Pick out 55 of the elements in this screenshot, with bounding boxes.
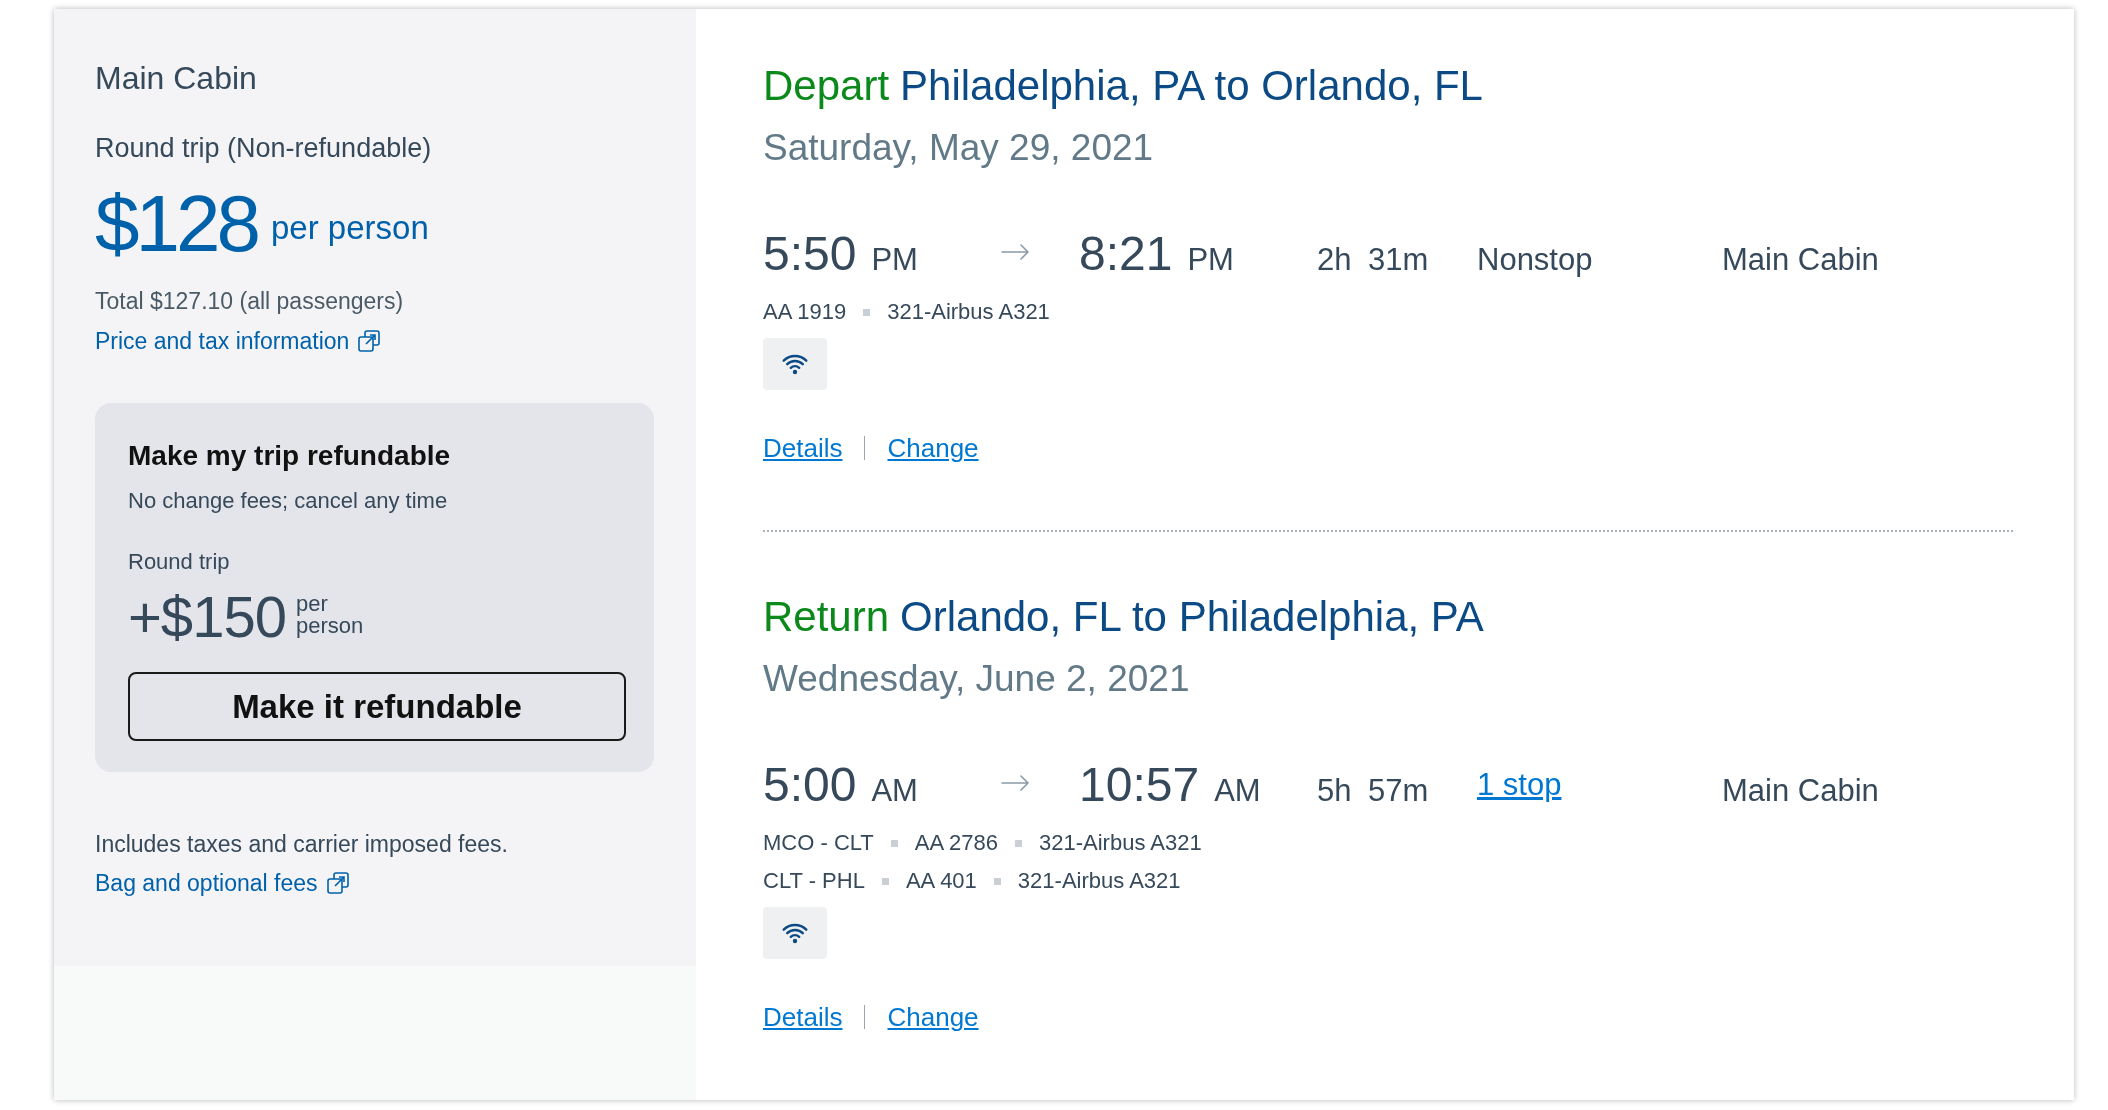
arrival-period: AM (1214, 775, 1261, 806)
segment-info: AA 1919 (763, 298, 847, 326)
flight-duration: 5h 57m (1317, 775, 1429, 806)
stops-link[interactable]: 1 stop (1477, 769, 1562, 800)
trip-label: Round trip (128, 548, 230, 576)
bag-fees-link[interactable]: Bag and optional fees (95, 869, 349, 897)
make-refundable-button[interactable]: Make it refundable (128, 672, 626, 741)
price-unit: per person (295, 593, 364, 637)
refund-subtitle: No change fees; cancel any time (128, 487, 448, 515)
external-link-icon (358, 330, 381, 352)
departure-period: AM (871, 775, 918, 806)
flight-duration: 2h 31m (1317, 244, 1429, 275)
direction-label: Return (763, 592, 890, 642)
cabin-class: Main Cabin (1722, 775, 1879, 806)
flight-link[interactable]: Details (763, 432, 843, 464)
arrival-time: 8:21 (1079, 230, 1173, 278)
route-title: Philadelphia, PA to Orlando, FL (900, 61, 1483, 111)
segment-info: AA 2786 (914, 829, 998, 857)
price-unit: per person (270, 211, 429, 244)
fees-note: Includes taxes and carrier imposed fees. (95, 830, 508, 858)
refund-price: +$150 (128, 588, 286, 646)
arrow-right-icon (1001, 244, 1029, 260)
segment-info: 321-Airbus A321 (1039, 829, 1202, 857)
arrival-time: 10:57 (1079, 761, 1200, 809)
route-title: Orlando, FL to Philadelphia, PA (900, 592, 1484, 642)
bullet-icon (881, 877, 889, 885)
external-link-icon (326, 872, 349, 894)
segment-info: AA 401 (905, 867, 977, 895)
flight-link[interactable]: Details (763, 1001, 843, 1033)
flight-link[interactable]: Change (887, 432, 979, 464)
total-price: Total $127.10 (all passengers) (95, 287, 404, 315)
departure-period: PM (871, 244, 918, 275)
arrow-right-icon (1001, 775, 1029, 791)
bullet-icon (863, 308, 871, 316)
segment-info: CLT - PHL (763, 867, 865, 895)
segment-info: MCO - CLT (763, 829, 874, 857)
direction-label: Depart (763, 61, 890, 111)
departure-time: 5:00 (763, 761, 857, 809)
fare-price: $128 (95, 184, 257, 264)
departure-time: 5:50 (763, 230, 857, 278)
flight-date: Wednesday, June 2, 2021 (763, 657, 1190, 701)
fare-type: Round trip (Non-refundable) (95, 132, 432, 164)
refund-title: Make my trip refundable (128, 439, 451, 473)
arrival-period: PM (1187, 244, 1234, 275)
segment-info: 321-Airbus A321 (887, 298, 1050, 326)
bullet-icon (890, 839, 898, 847)
flight-link[interactable]: Change (887, 1001, 979, 1033)
flight-date: Saturday, May 29, 2021 (763, 126, 1154, 170)
bullet-icon (993, 877, 1001, 885)
cabin-title: Main Cabin (95, 59, 257, 97)
price-info-link[interactable]: Price and tax information (95, 327, 381, 355)
cabin-class: Main Cabin (1722, 244, 1879, 275)
bullet-icon (1015, 839, 1022, 847)
stops-text: Nonstop (1477, 244, 1593, 275)
segment-info: 321-Airbus A321 (1017, 867, 1181, 895)
